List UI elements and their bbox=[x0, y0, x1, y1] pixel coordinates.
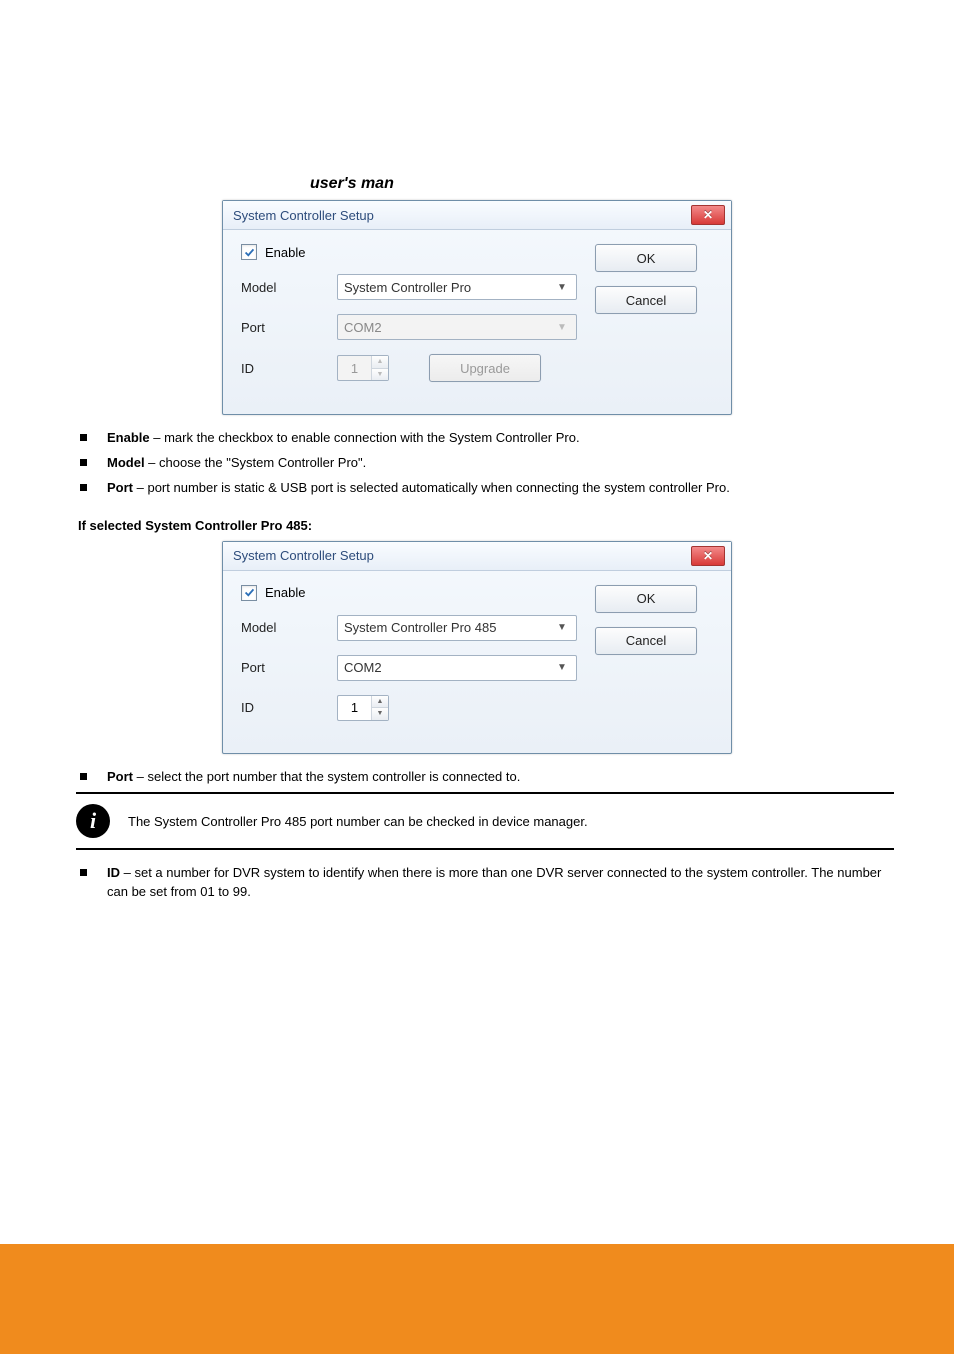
model-dropdown[interactable]: System Controller Pro 485 ▼ bbox=[337, 615, 577, 641]
chevron-down-icon: ▼ bbox=[554, 662, 570, 673]
list-item: Port – select the port number that the s… bbox=[80, 768, 894, 787]
close-icon[interactable]: ✕ bbox=[691, 546, 725, 566]
section-header-italic: user's man bbox=[310, 175, 394, 193]
info-text: The System Controller Pro 485 port numbe… bbox=[128, 814, 588, 829]
dialog-title: System Controller Setup bbox=[233, 548, 374, 563]
model-label: Model bbox=[241, 280, 337, 295]
ok-button[interactable]: OK bbox=[595, 244, 697, 272]
model-value: System Controller Pro 485 bbox=[344, 620, 496, 635]
port-dropdown: COM2 ▼ bbox=[337, 314, 577, 340]
port-label: Port bbox=[241, 320, 337, 335]
system-controller-setup-dialog-2: System Controller Setup ✕ Enable Model S… bbox=[222, 541, 732, 754]
spin-down-icon: ▼ bbox=[372, 369, 388, 381]
list-item: Enable – mark the checkbox to enable con… bbox=[80, 429, 894, 448]
id-label: ID bbox=[241, 700, 337, 715]
enable-checkbox[interactable] bbox=[241, 244, 257, 260]
id-stepper[interactable]: 1 ▲ ▼ bbox=[337, 695, 389, 721]
dialog-title: System Controller Setup bbox=[233, 208, 374, 223]
info-icon: i bbox=[76, 804, 110, 838]
chevron-down-icon: ▼ bbox=[554, 622, 570, 633]
id-value: 1 bbox=[338, 696, 371, 720]
chevron-down-icon: ▼ bbox=[554, 322, 570, 333]
info-note: i The System Controller Pro 485 port num… bbox=[76, 792, 894, 850]
port-label: Port bbox=[241, 660, 337, 675]
spin-down-icon[interactable]: ▼ bbox=[372, 708, 388, 720]
enable-label: Enable bbox=[265, 245, 305, 260]
spin-up-icon: ▲ bbox=[372, 356, 388, 369]
footer-accent-bar bbox=[0, 1244, 954, 1354]
id-label: ID bbox=[241, 361, 337, 376]
close-icon[interactable]: ✕ bbox=[691, 205, 725, 225]
bullet-list-1: Enable – mark the checkbox to enable con… bbox=[80, 429, 894, 498]
condition-heading: If selected System Controller Pro 485: bbox=[78, 518, 894, 533]
system-controller-setup-dialog-1: System Controller Setup ✕ Enable Model S… bbox=[222, 200, 732, 415]
port-dropdown[interactable]: COM2 ▼ bbox=[337, 655, 577, 681]
spin-up-icon[interactable]: ▲ bbox=[372, 696, 388, 709]
bullet-list-2b: ID – set a number for DVR system to iden… bbox=[80, 864, 894, 902]
enable-checkbox[interactable] bbox=[241, 585, 257, 601]
bullet-list-2a: Port – select the port number that the s… bbox=[80, 768, 894, 787]
ok-button[interactable]: OK bbox=[595, 585, 697, 613]
chevron-down-icon: ▼ bbox=[554, 282, 570, 293]
id-stepper: 1 ▲ ▼ bbox=[337, 355, 389, 381]
list-item: ID – set a number for DVR system to iden… bbox=[80, 864, 894, 902]
list-item: Model – choose the "System Controller Pr… bbox=[80, 454, 894, 473]
port-value: COM2 bbox=[344, 660, 382, 675]
model-dropdown[interactable]: System Controller Pro ▼ bbox=[337, 274, 577, 300]
cancel-button[interactable]: Cancel bbox=[595, 286, 697, 314]
list-item: Port – port number is static & USB port … bbox=[80, 479, 894, 498]
upgrade-button: Upgrade bbox=[429, 354, 541, 382]
model-value: System Controller Pro bbox=[344, 280, 471, 295]
enable-label: Enable bbox=[265, 585, 305, 600]
model-label: Model bbox=[241, 620, 337, 635]
id-value: 1 bbox=[338, 356, 371, 380]
cancel-button[interactable]: Cancel bbox=[595, 627, 697, 655]
port-value: COM2 bbox=[344, 320, 382, 335]
